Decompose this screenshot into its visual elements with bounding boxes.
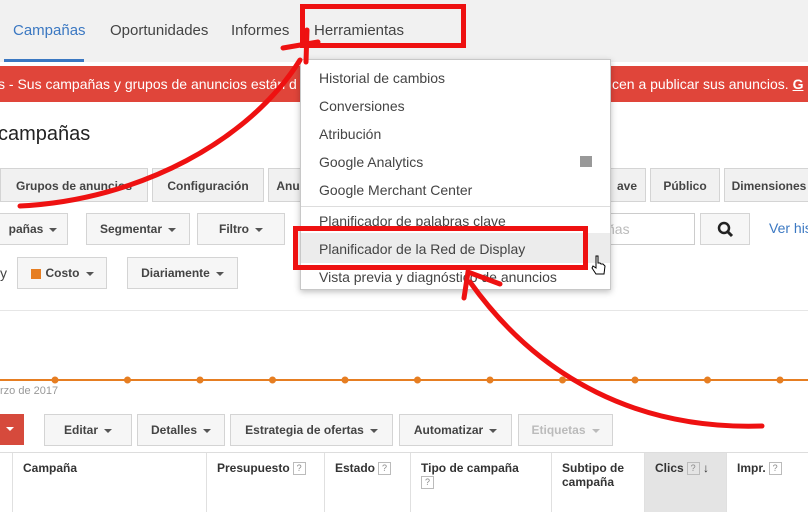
bid-strategy-dropdown[interactable]: Estrategia de ofertas bbox=[230, 414, 393, 446]
period-dropdown[interactable]: Diariamente bbox=[127, 257, 238, 289]
chevron-down-icon bbox=[49, 227, 58, 232]
view-history-link[interactable]: Ver his bbox=[769, 220, 808, 236]
help-icon[interactable]: ? bbox=[768, 462, 782, 476]
menu-divider bbox=[301, 206, 610, 207]
chevron-down-icon bbox=[85, 271, 94, 276]
column-status[interactable]: Estado? bbox=[324, 453, 410, 512]
help-icon[interactable]: ? bbox=[378, 462, 392, 476]
chevron-down-icon bbox=[489, 428, 498, 433]
metric-dropdown[interactable]: Costo bbox=[17, 257, 107, 289]
details-dropdown[interactable]: Detalles bbox=[137, 414, 225, 446]
tab-keywords[interactable]: ave bbox=[608, 168, 646, 202]
search-icon bbox=[717, 221, 734, 238]
menu-item-merchant-center[interactable]: Google Merchant Center bbox=[319, 182, 472, 198]
chevron-down-icon bbox=[203, 428, 212, 433]
edit-dropdown[interactable]: Editar bbox=[44, 414, 132, 446]
active-tab-underline bbox=[4, 59, 84, 62]
nav-tab-opportunities[interactable]: Oportunidades bbox=[110, 22, 208, 39]
help-icon[interactable]: ? bbox=[292, 462, 306, 476]
help-icon[interactable]: ? bbox=[421, 476, 434, 490]
chevron-down-icon bbox=[255, 227, 263, 232]
search-button[interactable] bbox=[700, 213, 750, 245]
data-point[interactable] bbox=[631, 376, 639, 384]
alert-link[interactable]: G bbox=[793, 76, 804, 92]
performance-chart bbox=[0, 310, 808, 402]
tab-dimensions[interactable]: Dimensiones bbox=[724, 168, 808, 202]
metric-connector-text: y bbox=[0, 265, 7, 281]
annotation-box-display-planner bbox=[293, 226, 588, 270]
data-point[interactable] bbox=[559, 376, 566, 384]
data-point[interactable] bbox=[341, 376, 349, 384]
data-point[interactable] bbox=[414, 376, 421, 384]
data-point[interactable] bbox=[486, 376, 494, 384]
column-clicks[interactable]: Clics? ↓ bbox=[644, 453, 726, 512]
menu-item-google-analytics[interactable]: Google Analytics bbox=[319, 154, 423, 170]
add-dropdown-button[interactable] bbox=[0, 414, 24, 445]
menu-item-change-history[interactable]: Historial de cambios bbox=[319, 70, 445, 86]
external-link-icon bbox=[580, 156, 592, 167]
sort-down-icon: ↓ bbox=[703, 461, 710, 475]
data-point[interactable] bbox=[269, 376, 276, 384]
page-title: campañas bbox=[0, 123, 91, 145]
tab-settings[interactable]: Configuración bbox=[152, 168, 264, 202]
nav-tab-campaigns[interactable]: Campañas bbox=[13, 22, 86, 39]
automate-dropdown[interactable]: Automatizar bbox=[399, 414, 512, 446]
alert-text-right: cen a publicar sus anuncios. G bbox=[612, 76, 804, 92]
column-budget[interactable]: Presupuesto? bbox=[206, 453, 324, 512]
nav-tab-reports[interactable]: Informes bbox=[231, 22, 289, 39]
chevron-down-icon bbox=[168, 227, 177, 232]
menu-item-ad-preview[interactable]: Vista previa y diagnóstico de anuncios bbox=[319, 269, 557, 285]
table-header: Campaña Presupuesto? Estado? Tipo de cam… bbox=[0, 452, 808, 512]
tab-ad-groups[interactable]: Grupos de anuncios bbox=[0, 168, 148, 202]
menu-item-conversions[interactable]: Conversiones bbox=[319, 98, 405, 114]
chevron-down-icon bbox=[6, 427, 14, 432]
column-impressions[interactable]: Impr.? bbox=[726, 453, 808, 512]
data-point[interactable] bbox=[51, 376, 59, 384]
chevron-down-icon bbox=[215, 271, 224, 276]
search-input[interactable]: ñas bbox=[600, 213, 695, 245]
campaigns-dropdown[interactable]: pañas bbox=[0, 213, 68, 245]
menu-item-attribution[interactable]: Atribución bbox=[319, 126, 381, 142]
data-point[interactable] bbox=[704, 376, 711, 384]
x-axis-date-label: rzo de 2017 bbox=[0, 385, 59, 397]
column-campaign-type[interactable]: Tipo de campaña? bbox=[410, 453, 551, 512]
labels-dropdown[interactable]: Etiquetas bbox=[518, 414, 613, 446]
tab-audience[interactable]: Público bbox=[650, 168, 720, 202]
segment-dropdown[interactable]: Segmentar bbox=[86, 213, 190, 245]
data-point[interactable] bbox=[124, 376, 131, 384]
help-icon[interactable]: ? bbox=[686, 462, 700, 476]
chevron-down-icon bbox=[104, 428, 112, 433]
chevron-down-icon bbox=[369, 428, 378, 433]
filter-dropdown[interactable]: Filtro bbox=[197, 213, 285, 245]
chevron-down-icon bbox=[591, 428, 600, 433]
line-chart bbox=[0, 376, 808, 384]
column-campaign-subtype[interactable]: Subtipo de campaña bbox=[551, 453, 644, 512]
data-point[interactable] bbox=[776, 376, 784, 384]
alert-text-left: s - Sus campañas y grupos de anuncios es… bbox=[0, 76, 297, 92]
data-point[interactable] bbox=[196, 376, 204, 384]
annotation-box-tools bbox=[300, 4, 466, 48]
column-campaign[interactable]: Campaña bbox=[12, 453, 206, 512]
metric-color-swatch bbox=[30, 268, 41, 279]
